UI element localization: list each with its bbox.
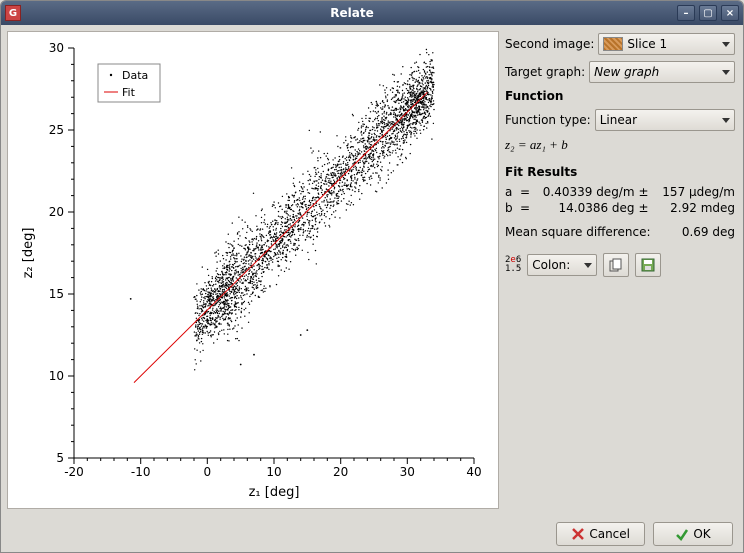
ytick: 10 — [49, 369, 64, 383]
ok-icon — [675, 527, 689, 541]
function-type-combo[interactable]: Linear — [595, 109, 735, 131]
xtick: 10 — [266, 465, 281, 479]
minimize-button[interactable]: – — [677, 5, 695, 21]
second-image-combo[interactable]: Slice 1 — [598, 33, 735, 55]
b-label: b — [505, 201, 517, 215]
chevron-down-icon — [722, 118, 730, 123]
fit-line — [134, 92, 427, 382]
slice-thumbnail-icon — [603, 37, 623, 51]
separator-combo[interactable]: Colon: — [527, 254, 597, 276]
target-graph-label: Target graph: — [505, 65, 585, 79]
b-value: 14.0386 deg — [533, 201, 635, 215]
pm: ± — [637, 201, 651, 215]
eq: = — [519, 185, 531, 199]
legend-fit: Fit — [122, 86, 136, 99]
copy-icon — [609, 258, 623, 272]
data-series — [130, 49, 435, 371]
content-area: -20 -10 0 10 20 30 40 5 10 15 20 25 30 — [1, 25, 743, 516]
button-bar: Cancel OK — [1, 516, 743, 552]
legend-data: Data — [122, 69, 148, 82]
xtick: 0 — [203, 465, 211, 479]
fit-results: a = 0.40339 deg/m ± 157 µdeg/m b = 14.03… — [505, 185, 735, 215]
b-err: 2.92 mdeg — [653, 201, 735, 215]
copy-button[interactable] — [603, 253, 629, 277]
eq: = — [519, 201, 531, 215]
relate-dialog: G Relate – ▢ × — [0, 0, 744, 553]
a-err: 157 µdeg/m — [653, 185, 735, 199]
cancel-icon — [571, 527, 585, 541]
target-graph-combo[interactable]: New graph — [589, 61, 735, 83]
app-icon: G — [5, 5, 21, 21]
chart-pane: -20 -10 0 10 20 30 40 5 10 15 20 25 30 — [7, 31, 499, 509]
target-graph-value: New graph — [594, 65, 659, 79]
pm: ± — [637, 185, 651, 199]
side-panel: Second image: Slice 1 Target graph: New … — [503, 31, 737, 510]
xtick: -10 — [131, 465, 151, 479]
xtick: 30 — [400, 465, 415, 479]
function-type-value: Linear — [600, 113, 637, 127]
export-toolbar: 2e61.5 Colon: — [505, 253, 735, 277]
a-label: a — [505, 185, 517, 199]
xtick: 40 — [466, 465, 481, 479]
second-image-value: Slice 1 — [627, 37, 667, 51]
chevron-down-icon — [722, 42, 730, 47]
function-header: Function — [505, 89, 735, 103]
xlabel: z₁ [deg] — [249, 485, 300, 500]
ytick: 25 — [49, 123, 64, 137]
separator-value: Colon: — [532, 258, 570, 272]
chart-svg: -20 -10 0 10 20 30 40 5 10 15 20 25 30 — [8, 32, 500, 510]
save-icon — [641, 258, 655, 272]
function-type-label: Function type: — [505, 113, 591, 127]
titlebar: G Relate – ▢ × — [1, 1, 743, 25]
close-window-button[interactable]: × — [721, 5, 739, 21]
window-title: Relate — [27, 6, 677, 20]
legend: Data Fit — [98, 64, 160, 102]
ytick: 15 — [49, 287, 64, 301]
msd-label: Mean square difference: — [505, 225, 651, 239]
xtick: -20 — [64, 465, 84, 479]
ok-label: OK — [693, 527, 710, 541]
formula: z₂ = az₁ + b — [505, 137, 735, 153]
chevron-down-icon — [722, 70, 730, 75]
ytick: 20 — [49, 205, 64, 219]
msd-value: 0.69 deg — [682, 225, 735, 239]
window-controls: – ▢ × — [677, 5, 739, 21]
number-format-icon: 2e61.5 — [505, 256, 521, 274]
cancel-label: Cancel — [589, 527, 630, 541]
fit-results-header: Fit Results — [505, 165, 735, 179]
a-value: 0.40339 deg/m — [533, 185, 635, 199]
ytick: 5 — [56, 451, 64, 465]
ok-button[interactable]: OK — [653, 522, 733, 546]
save-button[interactable] — [635, 253, 661, 277]
xtick: 20 — [333, 465, 348, 479]
second-image-label: Second image: — [505, 37, 594, 51]
cancel-button[interactable]: Cancel — [556, 522, 645, 546]
maximize-button[interactable]: ▢ — [699, 5, 717, 21]
chevron-down-icon — [584, 263, 592, 268]
ytick: 30 — [49, 41, 64, 55]
ylabel: z₂ [deg] — [21, 228, 36, 279]
